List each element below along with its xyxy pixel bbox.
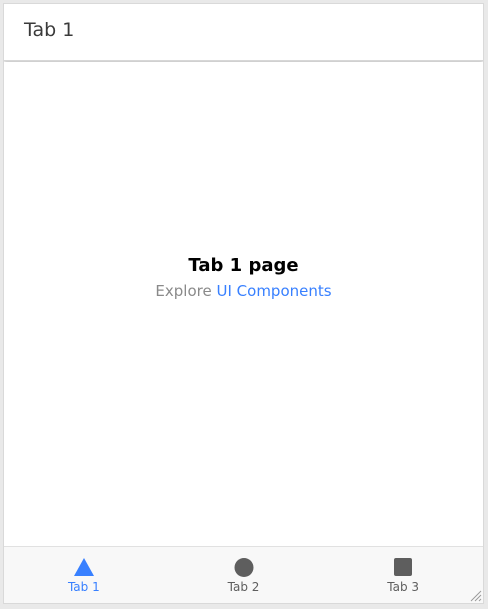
resize-grip-icon[interactable] [468,588,482,602]
main-content: Tab 1 page Explore UI Components [4,62,483,547]
tab-2[interactable]: Tab 2 [164,547,324,603]
tab-bar: Tab 1 Tab 2 Tab 3 [4,546,483,603]
tab-1[interactable]: Tab 1 [4,547,164,603]
tab-3[interactable]: Tab 3 [323,547,483,603]
tab-1-label: Tab 1 [67,580,100,594]
circle-icon [234,558,253,581]
ui-components-link[interactable]: UI Components [217,282,332,300]
square-icon [394,558,413,580]
header-toolbar: Tab 1 [4,4,483,61]
content-subtitle: Explore UI Components [4,282,483,300]
content-heading: Tab 1 page [188,255,299,276]
page-title: Tab 1 [24,19,75,41]
explore-text: Explore [155,282,212,300]
tab-2-label: Tab 2 [227,580,260,594]
app-window: Tab 1 Tab 1 page Explore UI Components T… [3,3,484,604]
tab-3-label: Tab 3 [387,580,420,594]
triangle-icon [73,558,94,580]
